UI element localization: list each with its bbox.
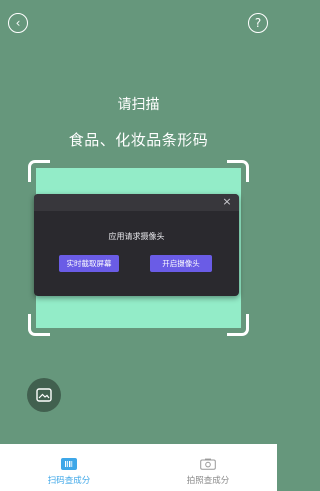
barcode-icon (61, 458, 77, 470)
help-button[interactable]: ? (248, 13, 268, 33)
scan-corner-bottom-right (227, 314, 249, 336)
help-icon: ? (254, 16, 262, 30)
back-button[interactable]: ‹ (8, 13, 28, 33)
chevron-left-icon: ‹ (15, 16, 21, 30)
dialog-title-bar: × (34, 194, 239, 211)
scan-subtitle: 食品、化妆品条形码 (68, 131, 209, 149)
open-camera-button[interactable]: 开启摄像头 (150, 255, 212, 272)
tab-photo-label: 拍照查成分 (186, 476, 230, 486)
dialog-message: 应用请求摄像头 (108, 232, 165, 241)
tab-photo[interactable]: 拍照查成分 (139, 444, 277, 491)
tab-scan-label: 扫码查成分 (47, 476, 91, 486)
scan-corner-bottom-left (28, 314, 50, 336)
capture-screen-button[interactable]: 实时截取屏幕 (59, 255, 119, 272)
scan-title: 请扫描 (117, 97, 160, 113)
image-icon (36, 388, 52, 402)
scan-corner-top-right (227, 160, 249, 182)
bottom-tab-bar: 扫码查成分 拍照查成分 (0, 444, 277, 491)
album-button[interactable] (27, 378, 61, 412)
close-icon[interactable]: × (220, 195, 234, 209)
scanner-screen: ‹ ? 请扫描 食品、化妆品条形码 × 应用请求摄像头 实时截取屏幕 开启摄像头 (0, 0, 277, 444)
camera-icon (200, 458, 216, 470)
scan-corner-top-left (28, 160, 50, 182)
camera-permission-dialog: × 应用请求摄像头 实时截取屏幕 开启摄像头 (34, 194, 239, 296)
tab-scan[interactable]: 扫码查成分 (0, 444, 138, 491)
